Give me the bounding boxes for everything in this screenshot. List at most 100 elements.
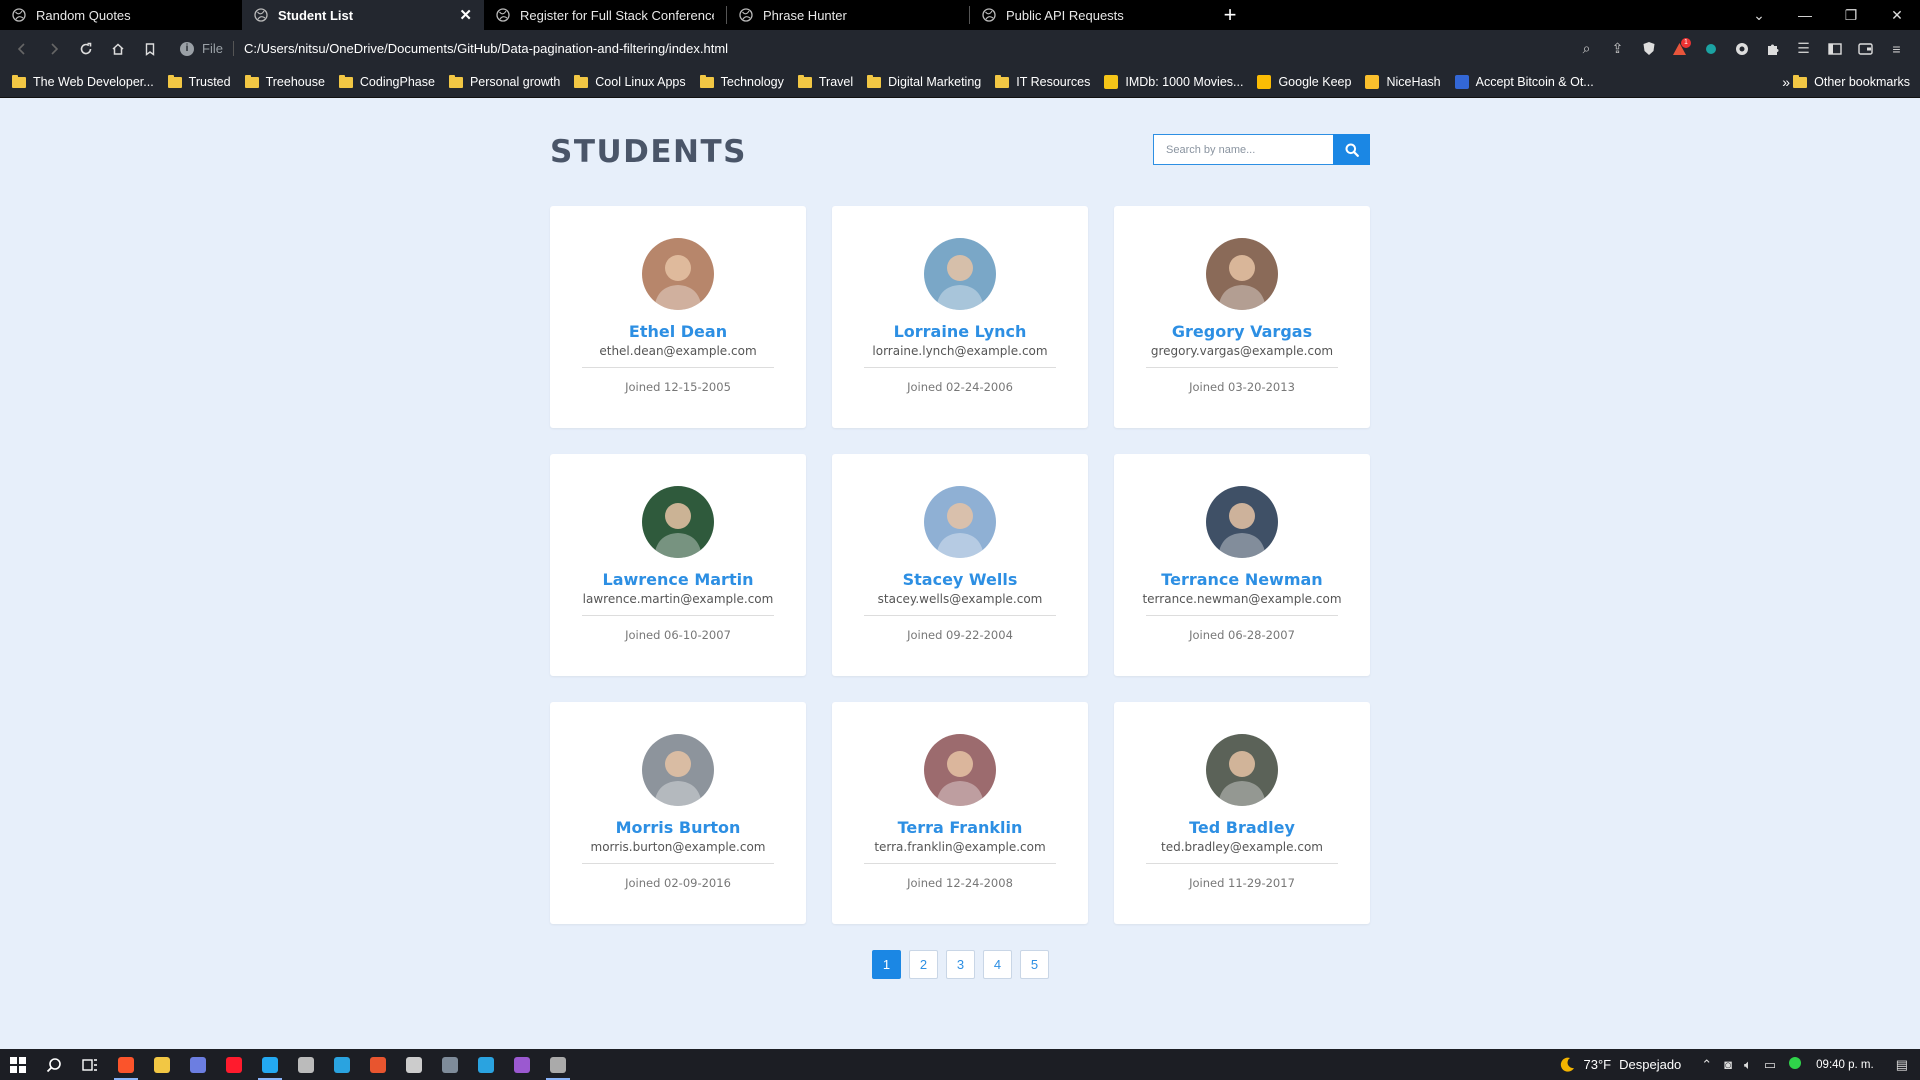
bookmark-item[interactable]: The Web Developer... (12, 74, 154, 89)
wallet-icon[interactable] (1850, 34, 1881, 64)
app-tile (370, 1056, 386, 1073)
network-icon[interactable]: ▭ (1764, 1057, 1776, 1073)
home-button[interactable] (102, 33, 134, 65)
opera-icon[interactable] (216, 1049, 252, 1080)
page-button[interactable]: 5 (1020, 950, 1049, 979)
brave-shields-icon[interactable] (1633, 34, 1664, 64)
bookmark-item[interactable]: Digital Marketing (867, 74, 981, 89)
file-explorer-icon[interactable] (144, 1049, 180, 1080)
search-input[interactable] (1153, 134, 1333, 165)
student-email: stacey.wells@example.com (877, 592, 1043, 606)
start-icon[interactable] (0, 1049, 36, 1080)
bookmark-item[interactable]: NiceHash (1365, 75, 1441, 89)
app-icon[interactable] (360, 1049, 396, 1080)
share-icon[interactable]: ⇪ (1602, 34, 1633, 64)
restore-button[interactable]: ❐ (1828, 0, 1874, 30)
bookmark-item[interactable]: Cool Linux Apps (574, 74, 686, 89)
bookmark-item[interactable]: Travel (797, 74, 853, 89)
joined-date: Joined 12-24-2008 (907, 876, 1013, 890)
search-bar (1153, 134, 1370, 165)
telegram-icon[interactable] (468, 1049, 504, 1080)
notifications-icon[interactable]: ▤ (1896, 1057, 1908, 1073)
app-icon[interactable] (288, 1049, 324, 1080)
page-button[interactable]: 3 (946, 950, 975, 979)
browser-tab[interactable]: Register for Full Stack Conference (484, 0, 726, 30)
bookmark-label: IMDb: 1000 Movies... (1125, 75, 1244, 89)
page-button[interactable]: 2 (909, 950, 938, 979)
playlist-icon[interactable]: ☰ (1788, 34, 1819, 64)
bookmark-item[interactable]: Technology (699, 74, 784, 89)
tab-search-icon[interactable]: ⌄ (1736, 0, 1782, 30)
close-window-button[interactable]: ✕ (1874, 0, 1920, 30)
bookmark-label: IT Resources (1016, 75, 1091, 89)
extensions-puzzle-icon[interactable] (1757, 34, 1788, 64)
page-viewport: STUDENTS Ethel Dean ethel.dean@example.co… (0, 98, 1920, 1049)
search-icon[interactable] (36, 1049, 72, 1080)
folder-icon (574, 74, 589, 88)
folder-icon (12, 74, 26, 88)
avatar (924, 238, 996, 310)
url-text[interactable]: C:/Users/nitsu/OneDrive/Documents/GitHub… (244, 41, 728, 56)
avatar (642, 734, 714, 806)
volume-icon[interactable]: 🔈︎ (1744, 1057, 1752, 1073)
calculator-icon[interactable] (432, 1049, 468, 1080)
brave-icon[interactable] (108, 1049, 144, 1080)
bookmark-label: Personal growth (469, 75, 561, 89)
browser-tab[interactable]: Public API Requests (970, 0, 1212, 30)
page-button[interactable]: 4 (983, 950, 1012, 979)
bookmark-label: Accept Bitcoin & Ot... (1475, 75, 1594, 89)
back-button[interactable] (6, 33, 38, 65)
bookmark-item[interactable]: Trusted (167, 74, 231, 89)
weather-widget[interactable]: 73°F Despejado (1558, 1056, 1682, 1074)
joined-date: Joined 02-24-2006 (907, 380, 1013, 394)
clock[interactable]: 09:40 p. m. (1816, 1059, 1874, 1071)
browser-tab[interactable]: Student List ✕ (242, 0, 484, 30)
bookmark-item[interactable]: Personal growth (448, 74, 561, 89)
search-button[interactable] (1333, 134, 1370, 165)
brave-rewards-icon[interactable]: 1 (1664, 34, 1695, 64)
page-button[interactable]: 1 (872, 950, 901, 979)
new-tab-button[interactable]: + (1212, 0, 1248, 30)
student-email: terrance.newman@example.com (1142, 592, 1342, 606)
student-card: Lorraine Lynch lorraine.lynch@example.com… (832, 206, 1088, 428)
status-icon[interactable] (1788, 1056, 1802, 1073)
bookmark-button[interactable] (134, 33, 166, 65)
info-icon[interactable]: i (180, 41, 194, 56)
vscode-icon[interactable] (252, 1049, 288, 1080)
browser-tab[interactable]: Random Quotes (0, 0, 242, 30)
bookmark-item[interactable]: Google Keep (1257, 75, 1351, 89)
app-icon[interactable] (180, 1049, 216, 1080)
weather-text: Despejado (1619, 1057, 1682, 1072)
camera-icon[interactable]: ◙ (1724, 1057, 1732, 1072)
minimize-button[interactable]: — (1782, 0, 1828, 30)
joined-date: Joined 09-22-2004 (907, 628, 1013, 642)
bookmark-item[interactable]: IT Resources (995, 74, 1091, 89)
bookmark-item[interactable]: IMDb: 1000 Movies... (1104, 75, 1243, 89)
app-icon[interactable] (396, 1049, 432, 1080)
forward-button[interactable] (38, 33, 70, 65)
bookmark-item[interactable]: CodingPhase (338, 74, 435, 89)
reload-button[interactable] (70, 33, 102, 65)
app-icon[interactable] (540, 1049, 576, 1080)
browser-tab[interactable]: Phrase Hunter (727, 0, 969, 30)
taskbar-apps (0, 1049, 576, 1080)
extension-icon[interactable] (1726, 34, 1757, 64)
other-bookmarks[interactable]: Other bookmarks (1793, 74, 1910, 89)
task-view-icon[interactable] (72, 1049, 108, 1080)
zoom-icon[interactable]: ⌕ (1571, 34, 1602, 64)
telegram-icon[interactable] (324, 1049, 360, 1080)
tab-title: Public API Requests (1006, 7, 1124, 23)
home-icon (112, 42, 124, 55)
extension-icon[interactable] (1695, 34, 1726, 64)
joined-date: Joined 02-09-2016 (625, 876, 731, 890)
bookmark-item[interactable]: Treehouse (244, 74, 325, 89)
bookmarks-overflow-icon[interactable]: » (1782, 74, 1790, 90)
chevron-up-icon[interactable]: ⌃ (1701, 1057, 1712, 1073)
close-tab-icon[interactable]: ✕ (459, 6, 472, 24)
avatar (642, 486, 714, 558)
menu-icon[interactable]: ≡ (1881, 34, 1912, 64)
sidebar-icon[interactable] (1819, 34, 1850, 64)
github-desktop-icon[interactable] (504, 1049, 540, 1080)
url-field[interactable]: i File C:/Users/nitsu/OneDrive/Documents… (180, 35, 1571, 63)
bookmark-item[interactable]: Accept Bitcoin & Ot... (1454, 75, 1594, 89)
